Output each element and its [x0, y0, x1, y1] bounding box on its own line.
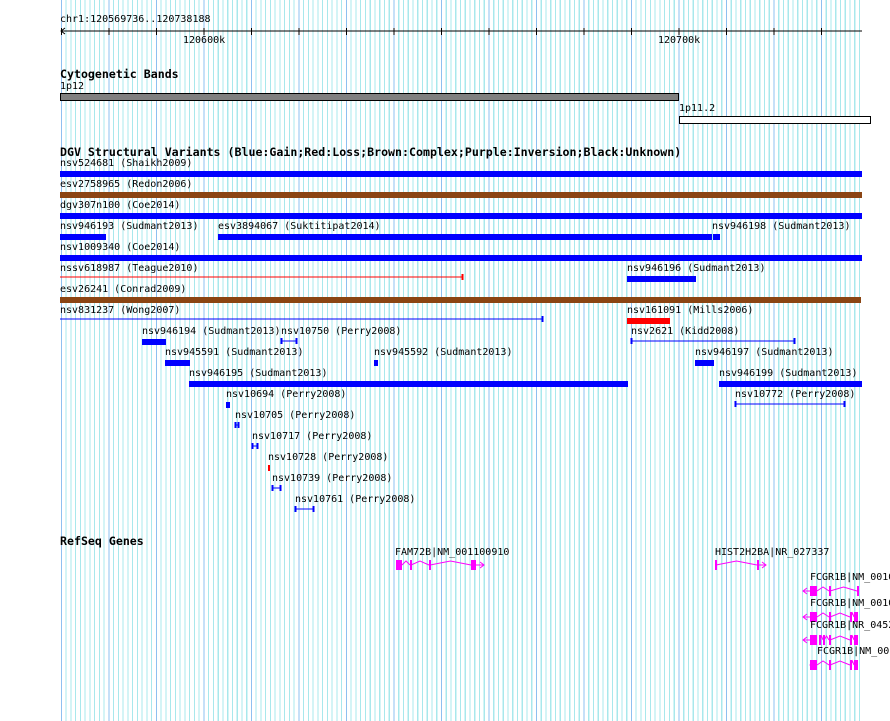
variant-nsv10694[interactable]	[226, 402, 230, 408]
variant-nsv946195[interactable]	[189, 381, 628, 387]
variant-label: nsv946194 (Sudmant2013)	[142, 326, 281, 337]
variant-label: nsv945591 (Sudmant2013)	[165, 347, 304, 358]
gene-model[interactable]	[809, 659, 858, 670]
gene-label: FCGR1B|NM_0010	[810, 598, 890, 609]
variant-nsv2621[interactable]	[630, 338, 796, 344]
tracks-canvas	[60, 27, 862, 670]
variant-nsv945591[interactable]	[165, 360, 190, 366]
variant-nsv10717[interactable]	[251, 443, 259, 449]
variant-nsv524681[interactable]	[60, 171, 862, 177]
ruler-tick-label: 120600k	[183, 35, 226, 46]
band-label: 1p12	[60, 81, 85, 92]
variant-label: nsv10739 (Perry2008)	[272, 473, 393, 484]
genome-browser-panel: chr1:120569736..120738188 120600k 120700…	[0, 0, 890, 721]
variant-label: nsv946197 (Sudmant2013)	[695, 347, 834, 358]
variant-label: nsv946196 (Sudmant2013)	[627, 263, 766, 274]
gene-label: FAM72B|NM_001100910	[395, 547, 510, 558]
gene-label: FCGR1B|NM_001	[817, 646, 890, 657]
variant-label: nsv946195 (Sudmant2013)	[189, 368, 328, 379]
variant-label: nsv10728 (Perry2008)	[268, 452, 389, 463]
variant-nsv946199[interactable]	[719, 381, 862, 387]
variant-nsv161091[interactable]	[627, 318, 670, 324]
variant-label: nsv10717 (Perry2008)	[252, 431, 373, 442]
band-1p12[interactable]	[60, 93, 679, 101]
variant-label: nsv10705 (Perry2008)	[235, 410, 356, 421]
variant-label: nsv1009340 (Coe2014)	[60, 242, 181, 253]
gene-label: FCGR1B|NR_0452	[810, 620, 890, 631]
variant-nsv10772[interactable]	[734, 401, 846, 407]
variant-label: nssv618987 (Teague2010)	[60, 263, 199, 274]
variant-nsv10728[interactable]	[268, 465, 270, 471]
variant-nsv10739[interactable]	[271, 485, 282, 491]
variant-label: nsv2621 (Kidd2008)	[631, 326, 740, 337]
variant-nsv946196[interactable]	[627, 276, 696, 282]
variant-nsv946193[interactable]	[60, 234, 106, 240]
variant-esv26241[interactable]	[60, 297, 861, 303]
ruler-region: chr1:120569736..120738188	[60, 14, 211, 25]
variant-label: nsv10750 (Perry2008)	[281, 326, 402, 337]
variant-label: nsv831237 (Wong2007)	[60, 305, 181, 316]
variant-nsv946198[interactable]	[713, 234, 720, 240]
variant-label: nsv946198 (Sudmant2013)	[712, 221, 851, 232]
track-title-cytogenetic-bands[interactable]: Cytogenetic Bands	[60, 68, 179, 80]
variant-label: nsv10761 (Perry2008)	[295, 494, 416, 505]
variant-label: nsv524681 (Shaikh2009)	[60, 158, 193, 169]
variant-label: esv2758965 (Redon2006)	[60, 179, 193, 190]
variant-nsv831237[interactable]	[60, 316, 544, 322]
variant-esv3894067[interactable]	[218, 234, 712, 240]
variant-label: nsv10772 (Perry2008)	[735, 389, 856, 400]
band-label: 1p11.2	[679, 103, 716, 114]
gene-model[interactable]	[802, 586, 859, 596]
variant-label: nsv161091 (Mills2006)	[627, 305, 754, 316]
variant-esv2758965[interactable]	[60, 192, 862, 198]
gene-label: FCGR1B|NM_0010	[810, 572, 890, 583]
gene-label: HIST2H2BA|NR_027337	[715, 547, 830, 558]
variant-nsv945592[interactable]	[374, 360, 378, 366]
gene-model[interactable]	[802, 634, 858, 645]
variant-dgv307n100[interactable]	[60, 213, 862, 219]
variant-nsv946194[interactable]	[142, 339, 166, 345]
variant-label: nsv945592 (Sudmant2013)	[374, 347, 513, 358]
track-title-dgv[interactable]: DGV Structural Variants (Blue:Gain;Red:L…	[60, 146, 681, 158]
variant-nsv1009340[interactable]	[60, 255, 862, 261]
variant-label: nsv946193 (Sudmant2013)	[60, 221, 199, 232]
variant-nsv10705[interactable]	[234, 422, 240, 428]
gene-model[interactable]	[396, 560, 485, 570]
variant-nsv946197[interactable]	[695, 360, 714, 366]
variant-label: esv3894067 (Suktitipat2014)	[218, 221, 381, 232]
band-1p11-2[interactable]	[679, 116, 871, 124]
track-title-refseq[interactable]: RefSeq Genes	[60, 535, 144, 547]
variant-label: dgv307n100 (Coe2014)	[60, 200, 181, 211]
variant-label: nsv946199 (Sudmant2013)	[719, 368, 858, 379]
ruler-tick-label: 120700k	[658, 35, 701, 46]
variant-label: esv26241 (Conrad2009)	[60, 284, 187, 295]
variant-nsv10750[interactable]	[280, 338, 298, 344]
variant-nssv618987[interactable]	[60, 274, 464, 280]
variant-label: nsv10694 (Perry2008)	[226, 389, 347, 400]
variant-nsv10761[interactable]	[294, 506, 315, 512]
gene-model[interactable]	[715, 560, 767, 570]
